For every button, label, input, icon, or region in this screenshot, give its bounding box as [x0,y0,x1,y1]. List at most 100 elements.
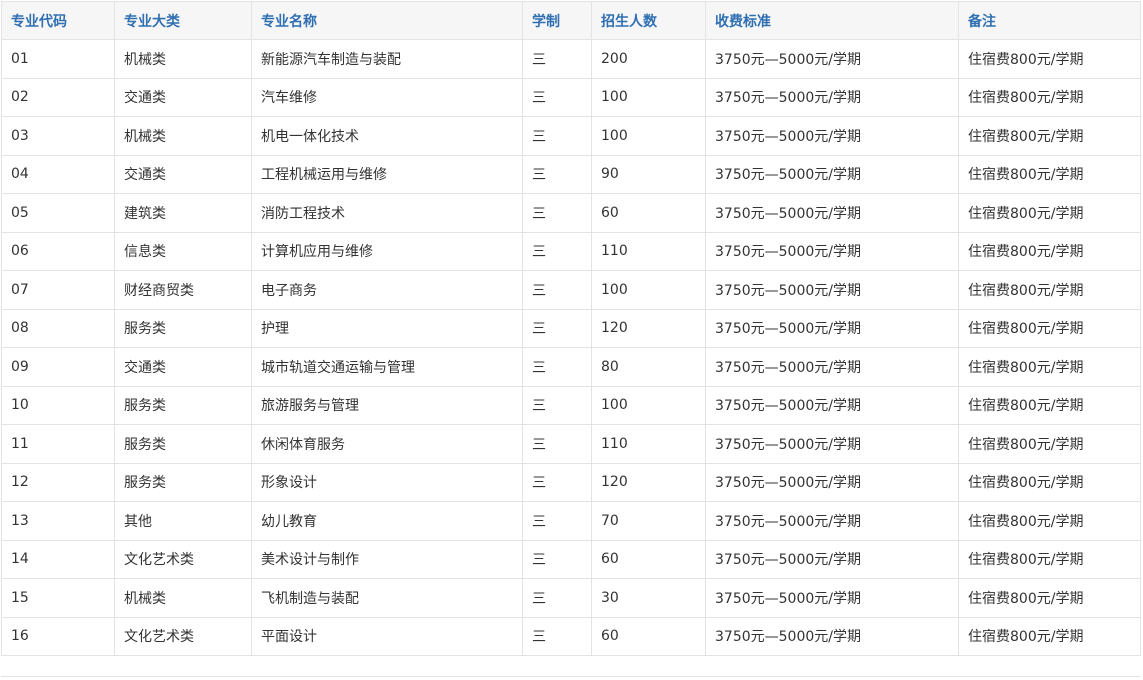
table-header-row: 专业代码 专业大类 专业名称 学制 招生人数 收费标准 备注 [1,1,1141,40]
cell-study-years: 三 [522,578,592,618]
cell-remarks: 住宿费800元/学期 [958,270,1141,310]
cell-enrollment-count: 30 [591,578,706,618]
cell-study-years: 三 [522,308,592,348]
cell-fee-standard: 3750元—5000元/学期 [705,116,959,156]
cell-remarks: 住宿费800元/学期 [958,616,1141,656]
cell-major-name: 电子商务 [251,270,523,310]
table-row: 04 交通类 工程机械运用与维修三 90 3750元—5000元/学期 住宿费800元/学… [1,154,1141,194]
cell-study-years: 三 [522,231,592,271]
cell-major-category: 信息类 [114,231,252,271]
cell-major-name: 机电一体化技术 [251,116,523,156]
enrollment-table-container: 专业代码 专业大类 专业名称 学制 招生人数 收费标准 备注 01 机械类 新能源汽… [1,1,1141,656]
cell-enrollment-count: 90 [591,154,706,194]
cell-major-name: 工程机械运用与维修 [251,154,523,194]
cell-fee-standard: 3750元—5000元/学期 [705,501,959,541]
cell-major-code: 08 [1,308,115,348]
cell-major-code: 14 [1,539,115,579]
cell-remarks: 住宿费800元/学期 [958,39,1141,79]
table-row: 08 服务类 护理三 120 3750元—5000元/学期 住宿费800元/学期 [1,308,1141,348]
cell-enrollment-count: 70 [591,501,706,541]
header-major-category: 专业大类 [114,1,252,40]
cell-enrollment-count: 60 [591,616,706,656]
cell-study-years: 三 [522,193,592,233]
cell-fee-standard: 3750元—5000元/学期 [705,154,959,194]
cell-enrollment-count: 110 [591,424,706,464]
table-row: 15 机械类 飞机制造与装配三 30 3750元—5000元/学期 住宿费800元/学期 [1,578,1141,618]
cell-fee-standard: 3750元—5000元/学期 [705,385,959,425]
cell-major-code: 02 [1,77,115,117]
table-row: 13 其他 幼儿教育三 70 3750元—5000元/学期 住宿费800元/学期 [1,501,1141,541]
table-body: 01 机械类 新能源汽车制造与装配三 200 3750元—5000元/学期 住宿费800元… [1,39,1141,656]
cell-major-name: 汽车维修 [251,77,523,117]
table-row: 14 文化艺术类 美术设计与制作三 60 3750元—5000元/学期 住宿费800元/学… [1,539,1141,579]
cell-major-category: 交通类 [114,347,252,387]
cell-major-name: 城市轨道交通运输与管理 [251,347,523,387]
header-fee-standard: 收费标准 [705,1,959,40]
cell-major-name: 飞机制造与装配 [251,578,523,618]
cell-major-name: 美术设计与制作 [251,539,523,579]
cell-fee-standard: 3750元—5000元/学期 [705,424,959,464]
cell-remarks: 住宿费800元/学期 [958,424,1141,464]
cell-major-name: 平面设计 [251,616,523,656]
cell-major-name: 形象设计 [251,462,523,502]
cell-major-name: 计算机应用与维修 [251,231,523,271]
header-enrollment-count: 招生人数 [591,1,706,40]
cell-remarks: 住宿费800元/学期 [958,77,1141,117]
cell-major-category: 交通类 [114,77,252,117]
header-study-years: 学制 [522,1,592,40]
header-major-code: 专业代码 [1,1,115,40]
cell-study-years: 三 [522,501,592,541]
cell-enrollment-count: 110 [591,231,706,271]
cell-enrollment-count: 100 [591,270,706,310]
cell-remarks: 住宿费800元/学期 [958,578,1141,618]
cell-study-years: 三 [522,347,592,387]
cell-major-category: 文化艺术类 [114,539,252,579]
cell-study-years: 三 [522,39,592,79]
table-row: 05 建筑类 消防工程技术三 60 3750元—5000元/学期 住宿费800元/学期 [1,193,1141,233]
cell-major-code: 15 [1,578,115,618]
cell-enrollment-count: 120 [591,462,706,502]
cell-major-category: 服务类 [114,424,252,464]
table-row: 06 信息类 计算机应用与维修三 110 3750元—5000元/学期 住宿费800元/学… [1,231,1141,271]
cell-remarks: 住宿费800元/学期 [958,539,1141,579]
cell-study-years: 三 [522,616,592,656]
cell-remarks: 住宿费800元/学期 [958,501,1141,541]
cell-major-category: 机械类 [114,578,252,618]
cell-fee-standard: 3750元—5000元/学期 [705,462,959,502]
cell-study-years: 三 [522,539,592,579]
cell-remarks: 住宿费800元/学期 [958,231,1141,271]
cell-enrollment-count: 80 [591,347,706,387]
cell-major-category: 机械类 [114,39,252,79]
cell-enrollment-count: 60 [591,193,706,233]
enrollment-table: 专业代码 专业大类 专业名称 学制 招生人数 收费标准 备注 01 机械类 新能源汽… [1,1,1141,656]
cell-major-code: 13 [1,501,115,541]
cell-fee-standard: 3750元—5000元/学期 [705,539,959,579]
cell-fee-standard: 3750元—5000元/学期 [705,616,959,656]
cell-major-code: 07 [1,270,115,310]
table-row: 16 文化艺术类 平面设计三 60 3750元—5000元/学期 住宿费800元/学期 [1,616,1141,656]
cell-fee-standard: 3750元—5000元/学期 [705,347,959,387]
cell-fee-standard: 3750元—5000元/学期 [705,39,959,79]
cell-major-name: 消防工程技术 [251,193,523,233]
cell-major-name: 新能源汽车制造与装配 [251,39,523,79]
cell-remarks: 住宿费800元/学期 [958,193,1141,233]
cell-enrollment-count: 200 [591,39,706,79]
table-row: 07 财经商贸类 电子商务三 100 3750元—5000元/学期 住宿费800元/学期 [1,270,1141,310]
cell-major-name: 旅游服务与管理 [251,385,523,425]
cell-enrollment-count: 100 [591,116,706,156]
cell-major-name: 幼儿教育 [251,501,523,541]
cell-fee-standard: 3750元—5000元/学期 [705,193,959,233]
table-row: 12 服务类 形象设计三 120 3750元—5000元/学期 住宿费800元/学期 [1,462,1141,502]
cell-remarks: 住宿费800元/学期 [958,385,1141,425]
cell-study-years: 三 [522,77,592,117]
cell-major-code: 06 [1,231,115,271]
cell-major-name: 休闲体育服务 [251,424,523,464]
cell-study-years: 三 [522,270,592,310]
cell-major-category: 其他 [114,501,252,541]
header-remarks: 备注 [958,1,1141,40]
cell-major-code: 12 [1,462,115,502]
cell-major-category: 交通类 [114,154,252,194]
divider [1,676,1140,677]
table-row: 03 机械类 机电一体化技术三 100 3750元—5000元/学期 住宿费800元/学期 [1,116,1141,156]
cell-remarks: 住宿费800元/学期 [958,462,1141,502]
